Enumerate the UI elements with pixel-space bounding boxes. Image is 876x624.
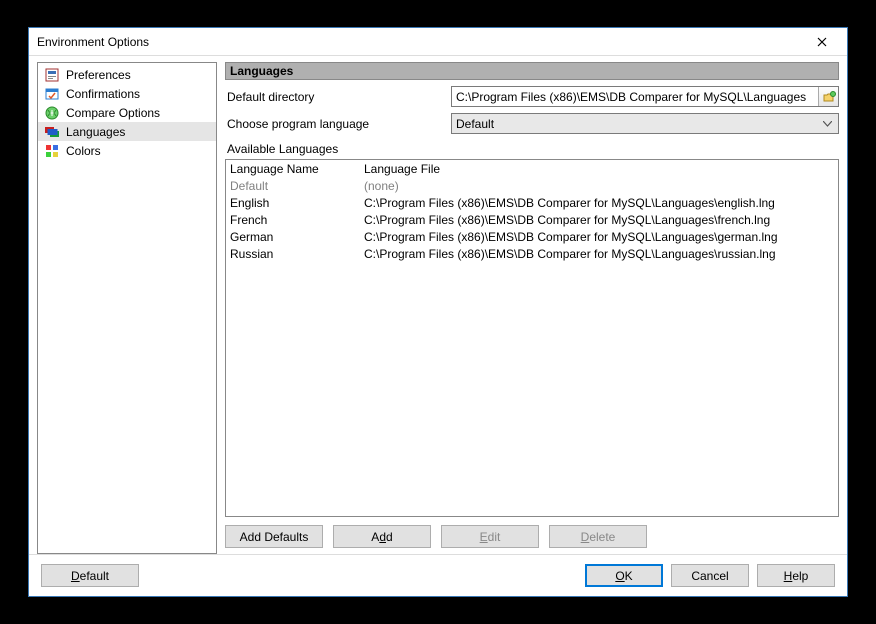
section-header: Languages xyxy=(225,62,839,80)
choose-language-combo[interactable]: Default xyxy=(451,113,839,134)
help-button[interactable]: Help xyxy=(757,564,835,587)
add-defaults-button[interactable]: Add Defaults xyxy=(225,525,323,548)
sidebar-item-label: Languages xyxy=(66,125,125,139)
languages-grid[interactable]: Language Name Language File Default (non… xyxy=(225,159,839,517)
dialog-body: Preferences Confirmations Compare Option… xyxy=(29,56,847,554)
compare-icon xyxy=(44,105,60,121)
default-button[interactable]: Default xyxy=(41,564,139,587)
sidebar-item-label: Confirmations xyxy=(66,87,140,101)
cell-file: (none) xyxy=(364,179,838,193)
edit-button: Edit xyxy=(441,525,539,548)
sidebar-item-label: Compare Options xyxy=(66,106,160,120)
confirmations-icon xyxy=(44,86,60,102)
main-panel: Languages Default directory Choose progr… xyxy=(225,62,839,554)
chevron-down-icon xyxy=(820,114,834,133)
sidebar-item-preferences[interactable]: Preferences xyxy=(38,65,216,84)
grid-header: Language Name Language File xyxy=(226,160,838,177)
available-languages-label: Available Languages xyxy=(225,142,839,156)
choose-language-label: Choose program language xyxy=(225,117,445,131)
preferences-icon xyxy=(44,67,60,83)
sidebar-item-confirmations[interactable]: Confirmations xyxy=(38,84,216,103)
add-button[interactable]: Add xyxy=(333,525,431,548)
cancel-button[interactable]: Cancel xyxy=(671,564,749,587)
table-row[interactable]: English C:\Program Files (x86)\EMS\DB Co… xyxy=(226,194,838,211)
cell-file: C:\Program Files (x86)\EMS\DB Comparer f… xyxy=(364,247,838,261)
delete-button: Delete xyxy=(549,525,647,548)
close-button[interactable] xyxy=(805,32,839,52)
column-language-name: Language Name xyxy=(230,162,364,176)
table-row[interactable]: German C:\Program Files (x86)\EMS\DB Com… xyxy=(226,228,838,245)
default-directory-input[interactable] xyxy=(452,87,818,106)
sidebar-item-label: Colors xyxy=(66,144,101,158)
sidebar: Preferences Confirmations Compare Option… xyxy=(37,62,217,554)
languages-icon xyxy=(44,124,60,140)
folder-open-icon xyxy=(822,90,836,104)
table-row[interactable]: Russian C:\Program Files (x86)\EMS\DB Co… xyxy=(226,245,838,262)
sidebar-item-label: Preferences xyxy=(66,68,131,82)
choose-language-row: Choose program language Default xyxy=(225,113,839,134)
table-row[interactable]: Default (none) xyxy=(226,177,838,194)
sidebar-item-compare-options[interactable]: Compare Options xyxy=(38,103,216,122)
cell-name: German xyxy=(230,230,364,244)
dialog-window: Environment Options Preferences Confirma… xyxy=(28,27,848,597)
sidebar-item-languages[interactable]: Languages xyxy=(38,122,216,141)
colors-icon xyxy=(44,143,60,159)
dialog-footer: Default OK Cancel Help xyxy=(29,554,847,596)
cell-file: C:\Program Files (x86)\EMS\DB Comparer f… xyxy=(364,196,838,210)
choose-language-value: Default xyxy=(456,117,820,131)
default-directory-field xyxy=(451,86,839,107)
cell-name: French xyxy=(230,213,364,227)
default-directory-row: Default directory xyxy=(225,86,839,107)
close-icon xyxy=(817,37,827,47)
browse-directory-button[interactable] xyxy=(818,87,838,106)
grid-button-row: Add Defaults Add Edit Delete xyxy=(225,525,839,548)
sidebar-item-colors[interactable]: Colors xyxy=(38,141,216,160)
ok-button[interactable]: OK xyxy=(585,564,663,587)
cell-name: Default xyxy=(230,179,364,193)
titlebar: Environment Options xyxy=(29,28,847,56)
cell-name: Russian xyxy=(230,247,364,261)
cell-file: C:\Program Files (x86)\EMS\DB Comparer f… xyxy=(364,213,838,227)
default-directory-label: Default directory xyxy=(225,90,445,104)
cell-file: C:\Program Files (x86)\EMS\DB Comparer f… xyxy=(364,230,838,244)
window-title: Environment Options xyxy=(37,35,805,49)
cell-name: English xyxy=(230,196,364,210)
table-row[interactable]: French C:\Program Files (x86)\EMS\DB Com… xyxy=(226,211,838,228)
column-language-file: Language File xyxy=(364,162,838,176)
